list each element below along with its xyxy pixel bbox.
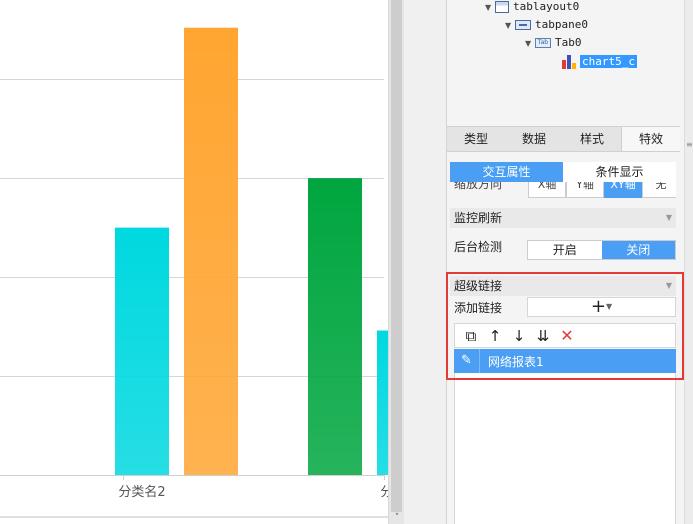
tree-node-label-selected: chart5_c: [580, 55, 637, 68]
tab-type[interactable]: 类型: [447, 127, 505, 151]
zoom-direction-row: 缩放方向 X轴 Y轴 XY轴 无: [450, 182, 676, 198]
zoom-direction-label: 缩放方向: [454, 182, 503, 191]
zoom-none-option[interactable]: 无: [642, 182, 676, 198]
link-list: [454, 373, 676, 524]
chart-area: 分类名2 分类名3: [0, 0, 388, 524]
panel-scrollbar[interactable]: ≡: [684, 0, 693, 524]
tab-style[interactable]: 样式: [563, 127, 621, 151]
property-tabs: 类型 数据 样式 特效: [447, 126, 680, 152]
chart-bar[interactable]: [184, 27, 238, 475]
subtab-conditional-display[interactable]: 条件显示: [563, 162, 676, 182]
chart-bar[interactable]: [377, 330, 388, 475]
x-tick-label: 分类名3: [380, 484, 388, 500]
zoom-y-axis-option[interactable]: Y轴: [566, 182, 604, 198]
scrollbar-thumb[interactable]: [391, 0, 402, 512]
tree-node-tabpane[interactable]: ▼ tabpane0: [505, 16, 588, 34]
expand-triangle-icon[interactable]: ▼: [485, 0, 495, 17]
backend-check-on[interactable]: 开启: [528, 241, 602, 259]
hyperlink-highlight-box: [446, 272, 684, 380]
zoom-x-axis-option[interactable]: X轴: [528, 182, 566, 198]
tab-icon: Tab: [535, 38, 551, 48]
scroll-down-arrow-icon[interactable]: ˅: [389, 512, 405, 524]
tab-effects[interactable]: 特效: [621, 127, 680, 151]
tab-data[interactable]: 数据: [505, 127, 563, 151]
horizontal-scroll-track[interactable]: [0, 516, 388, 518]
tree-node-tablayout[interactable]: ▼ tablayout0: [485, 0, 579, 16]
collapse-arrow-icon[interactable]: ▼: [666, 208, 672, 228]
layout-icon: [495, 1, 509, 13]
tree-node-label: Tab0: [555, 36, 582, 49]
zoom-xy-axis-option[interactable]: XY轴: [604, 182, 642, 198]
chart-icon: [562, 55, 576, 69]
section-title: 监控刷新: [454, 211, 503, 225]
backend-check-off[interactable]: 关闭: [601, 241, 675, 259]
tree-node-tab0[interactable]: ▼ Tab Tab0: [525, 34, 582, 52]
effects-subtabs: 交互属性 条件显示: [450, 162, 676, 182]
tree-node-label: tablayout0: [513, 0, 580, 13]
bar-chart: 分类名2 分类名3: [0, 27, 388, 500]
tree-node-label: tabpane0: [535, 18, 588, 31]
monitor-refresh-header[interactable]: 监控刷新 ▼: [450, 208, 676, 228]
chart-vertical-scrollbar[interactable]: ˅: [388, 0, 404, 524]
expand-triangle-icon[interactable]: ▼: [525, 35, 535, 53]
zoom-direction-options: X轴 Y轴 XY轴 无: [528, 182, 676, 198]
expand-triangle-icon[interactable]: ▼: [505, 17, 515, 35]
scroll-grip-icon[interactable]: ≡: [686, 140, 693, 149]
chart-bar[interactable]: [308, 178, 362, 475]
backend-check-label: 后台检测: [454, 240, 503, 254]
tabpane-icon: [515, 20, 531, 30]
tree-node-chart[interactable]: chart5_c: [562, 53, 637, 71]
chart-bar[interactable]: [115, 227, 169, 475]
x-tick-label: 分类名2: [118, 484, 165, 500]
subtab-interaction[interactable]: 交互属性: [450, 162, 563, 182]
backend-check-toggle: 开启 关闭: [527, 240, 676, 260]
